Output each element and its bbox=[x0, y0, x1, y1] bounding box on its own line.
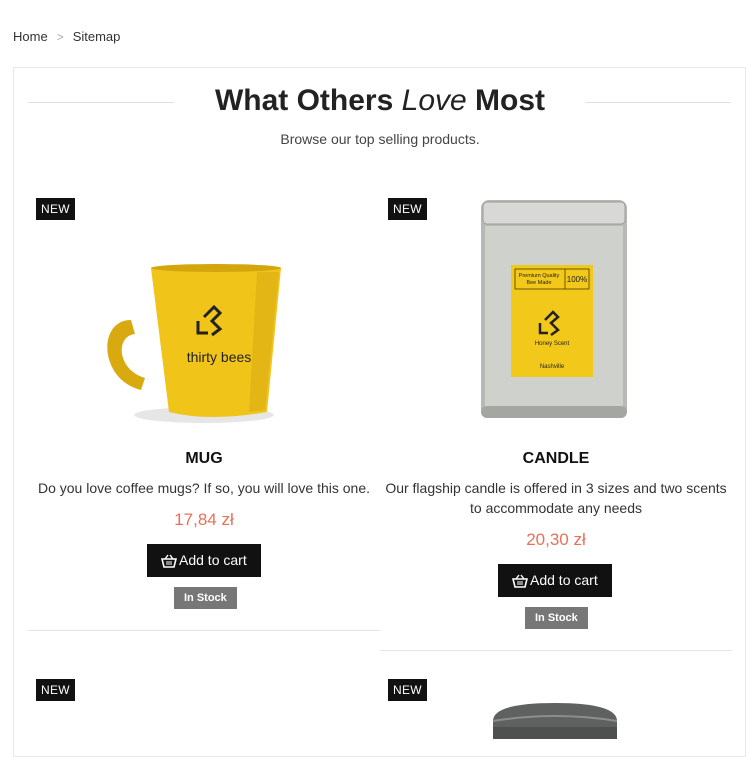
candle-label-percent: 100% bbox=[567, 275, 587, 284]
product-card-4: NEW bbox=[380, 671, 732, 739]
svg-text:thirty bees: thirty bees bbox=[187, 349, 252, 365]
in-stock-badge: In Stock bbox=[525, 607, 588, 629]
title-emphasis: Love bbox=[401, 84, 467, 117]
product-price: 20,30 zł bbox=[526, 530, 586, 549]
section-subtitle: Browse our top selling products. bbox=[280, 131, 480, 147]
new-badge: NEW bbox=[388, 679, 427, 701]
breadcrumb-current: Sitemap bbox=[72, 29, 121, 44]
heading-divider-left bbox=[28, 102, 174, 103]
candle-label-top: Premium Quality bbox=[519, 273, 560, 279]
title-prefix: What Others bbox=[214, 84, 394, 117]
add-to-cart-label: Add to cart bbox=[179, 552, 247, 568]
svg-text:Bee Made: Bee Made bbox=[526, 280, 551, 286]
breadcrumb: Home > Sitemap bbox=[13, 29, 120, 44]
candle-product-image[interactable]: Premium Quality Bee Made 100% Honey Scen… bbox=[431, 190, 681, 440]
product-name[interactable]: MUG bbox=[28, 450, 380, 468]
add-to-cart-button[interactable]: Add to cart bbox=[147, 544, 261, 577]
product-image-partial[interactable] bbox=[431, 671, 681, 739]
new-badge: NEW bbox=[388, 198, 427, 220]
breadcrumb-separator: > bbox=[56, 30, 64, 44]
in-stock-badge: In Stock bbox=[174, 587, 237, 609]
new-badge: NEW bbox=[36, 198, 75, 220]
title-suffix: Most bbox=[475, 84, 546, 117]
product-card-3: NEW bbox=[28, 671, 380, 739]
candle-label-city: Nashville bbox=[540, 364, 565, 370]
breadcrumb-home-link[interactable]: Home bbox=[13, 29, 48, 44]
card-divider bbox=[28, 630, 380, 631]
basket-icon bbox=[512, 574, 528, 588]
product-price: 17,84 zł bbox=[174, 510, 234, 529]
card-divider bbox=[380, 650, 732, 651]
add-to-cart-button[interactable]: Add to cart bbox=[498, 564, 612, 597]
section-title: What Others Love Most bbox=[180, 84, 580, 118]
product-card-candle: NEW Premium Quality Bee Made 100% Honey … bbox=[380, 190, 732, 651]
product-description: Do you love coffee mugs? If so, you will… bbox=[37, 480, 371, 496]
new-badge: NEW bbox=[36, 679, 75, 701]
product-card-mug: NEW thirty bees MUG Do you love coffee m… bbox=[28, 190, 380, 631]
product-description: Our flagship candle is offered in 3 size… bbox=[385, 480, 727, 516]
basket-icon bbox=[161, 554, 177, 568]
add-to-cart-label: Add to cart bbox=[530, 572, 598, 588]
product-name[interactable]: CANDLE bbox=[380, 450, 732, 468]
candle-label-scent: Honey Scent bbox=[535, 341, 570, 347]
mug-product-image[interactable]: thirty bees bbox=[79, 190, 329, 440]
heading-divider-right bbox=[585, 102, 731, 103]
